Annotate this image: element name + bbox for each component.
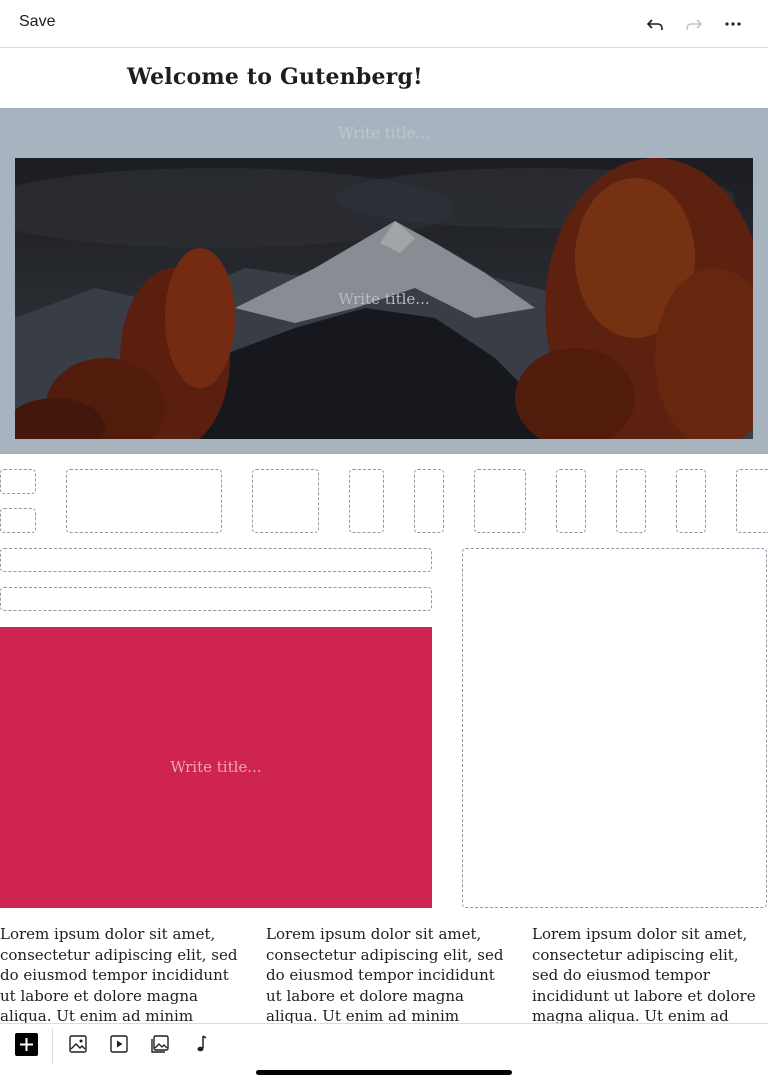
cover-image-title-placeholder[interactable]: Write title... (15, 290, 753, 308)
redo-icon[interactable] (682, 12, 706, 36)
post-title[interactable]: Welcome to Gutenberg! (127, 64, 423, 90)
save-button[interactable]: Save (19, 13, 55, 31)
column-paragraph[interactable]: Lorem ipsum dolor sit amet, consectetur … (532, 924, 758, 1024)
column-paragraph[interactable]: Lorem ipsum dolor sit amet, consectetur … (266, 924, 506, 1024)
home-indicator[interactable] (256, 1070, 512, 1075)
placeholder-box[interactable] (0, 508, 36, 533)
placeholder-box[interactable] (616, 469, 646, 533)
video-icon[interactable] (108, 1033, 130, 1055)
placeholder-box[interactable] (0, 587, 432, 611)
audio-icon[interactable] (190, 1033, 212, 1055)
placeholder-box[interactable] (736, 469, 768, 533)
undo-icon[interactable] (643, 12, 667, 36)
placeholder-box[interactable] (462, 548, 767, 908)
placeholder-box[interactable] (252, 469, 319, 533)
placeholder-box[interactable] (676, 469, 706, 533)
placeholder-box[interactable] (414, 469, 444, 533)
more-horizontal-icon[interactable] (721, 12, 745, 36)
column-paragraph[interactable]: Lorem ipsum dolor sit amet, consectetur … (0, 924, 240, 1024)
gallery-icon[interactable] (149, 1033, 171, 1055)
red-cover-title-placeholder[interactable]: Write title... (0, 758, 432, 776)
placeholder-box[interactable] (66, 469, 222, 533)
top-toolbar: Save (0, 0, 768, 48)
toolbar-divider (52, 1028, 53, 1064)
placeholder-box[interactable] (474, 469, 526, 533)
cover-title-placeholder[interactable]: Write title... (0, 124, 768, 142)
placeholder-box[interactable] (556, 469, 586, 533)
placeholder-box[interactable] (0, 548, 432, 572)
placeholder-box[interactable] (0, 469, 36, 494)
placeholder-box[interactable] (349, 469, 384, 533)
add-block-icon[interactable] (15, 1033, 38, 1056)
image-icon[interactable] (67, 1033, 89, 1055)
